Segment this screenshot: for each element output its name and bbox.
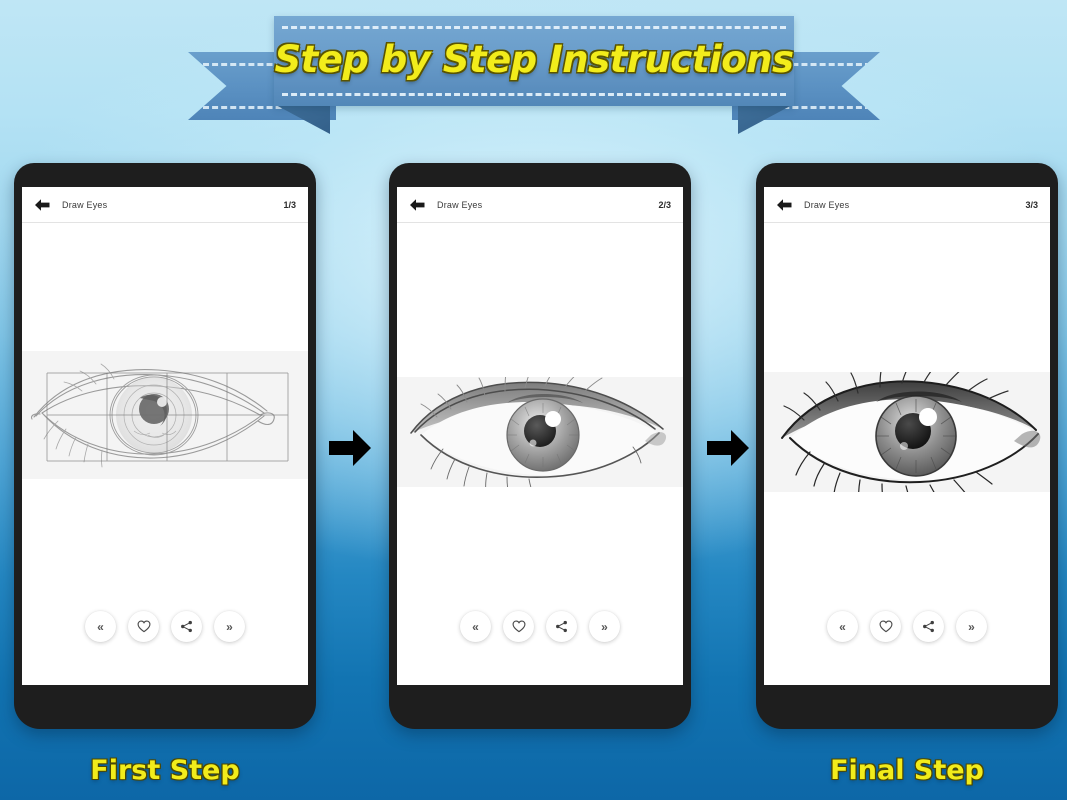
arrow-left-icon[interactable] <box>409 198 425 212</box>
flow-arrow-2 <box>705 427 751 469</box>
eye-sketch-step-3 <box>764 372 1050 492</box>
favorite-button[interactable] <box>870 611 901 642</box>
ribbon-stitch <box>282 26 786 29</box>
phone-screen-2: Draw Eyes 2/3 « » <box>397 187 683 685</box>
previous-button[interactable]: « <box>460 611 491 642</box>
app-header-1: Draw Eyes 1/3 <box>22 187 308 223</box>
app-title-2: Draw Eyes <box>437 199 483 210</box>
arrow-left-icon[interactable] <box>776 198 792 212</box>
heart-icon <box>137 620 151 633</box>
phone-mockup-3: Draw Eyes 3/3 « » <box>756 163 1058 729</box>
caption-first-step: First Step <box>90 755 240 786</box>
share-button[interactable] <box>546 611 577 642</box>
promo-graphic: Step by Step Instructions Draw Eyes 1/3 <box>0 0 1067 800</box>
share-icon <box>555 620 568 633</box>
app-title-1: Draw Eyes <box>62 199 108 210</box>
heart-icon <box>879 620 893 633</box>
chevron-double-right-icon: » <box>968 619 975 634</box>
phone-mockup-2: Draw Eyes 2/3 « » <box>389 163 691 729</box>
phone-screen-1: Draw Eyes 1/3 « » <box>22 187 308 685</box>
eye-sketch-step-2 <box>397 377 683 487</box>
ribbon-stitch <box>282 93 786 96</box>
next-button[interactable]: » <box>589 611 620 642</box>
app-header-2: Draw Eyes 2/3 <box>397 187 683 223</box>
favorite-button[interactable] <box>503 611 534 642</box>
previous-button[interactable]: « <box>827 611 858 642</box>
chevron-double-right-icon: » <box>601 619 608 634</box>
control-bar-3: « » <box>764 611 1050 642</box>
control-bar-1: « » <box>22 611 308 642</box>
control-bar-2: « » <box>397 611 683 642</box>
page-counter-2: 2/3 <box>658 199 671 210</box>
chevron-double-left-icon: « <box>97 619 104 634</box>
share-button[interactable] <box>913 611 944 642</box>
page-counter-3: 3/3 <box>1025 199 1038 210</box>
flow-arrow-1 <box>327 427 373 469</box>
phone-mockup-1: Draw Eyes 1/3 « » <box>14 163 316 729</box>
arrow-left-icon[interactable] <box>34 198 50 212</box>
chevron-double-right-icon: » <box>226 619 233 634</box>
share-icon <box>922 620 935 633</box>
banner-ribbon: Step by Step Instructions <box>188 16 880 138</box>
favorite-button[interactable] <box>128 611 159 642</box>
share-button[interactable] <box>171 611 202 642</box>
previous-button[interactable]: « <box>85 611 116 642</box>
eye-sketch-step-1 <box>22 351 308 479</box>
banner-title: Step by Step Instructions <box>274 38 794 81</box>
chevron-double-left-icon: « <box>472 619 479 634</box>
heart-icon <box>512 620 526 633</box>
phone-screen-3: Draw Eyes 3/3 « » <box>764 187 1050 685</box>
next-button[interactable]: » <box>214 611 245 642</box>
app-header-3: Draw Eyes 3/3 <box>764 187 1050 223</box>
share-icon <box>180 620 193 633</box>
app-title-3: Draw Eyes <box>804 199 850 210</box>
caption-final-step: Final Step <box>830 755 984 786</box>
page-counter-1: 1/3 <box>283 199 296 210</box>
chevron-double-left-icon: « <box>839 619 846 634</box>
next-button[interactable]: » <box>956 611 987 642</box>
